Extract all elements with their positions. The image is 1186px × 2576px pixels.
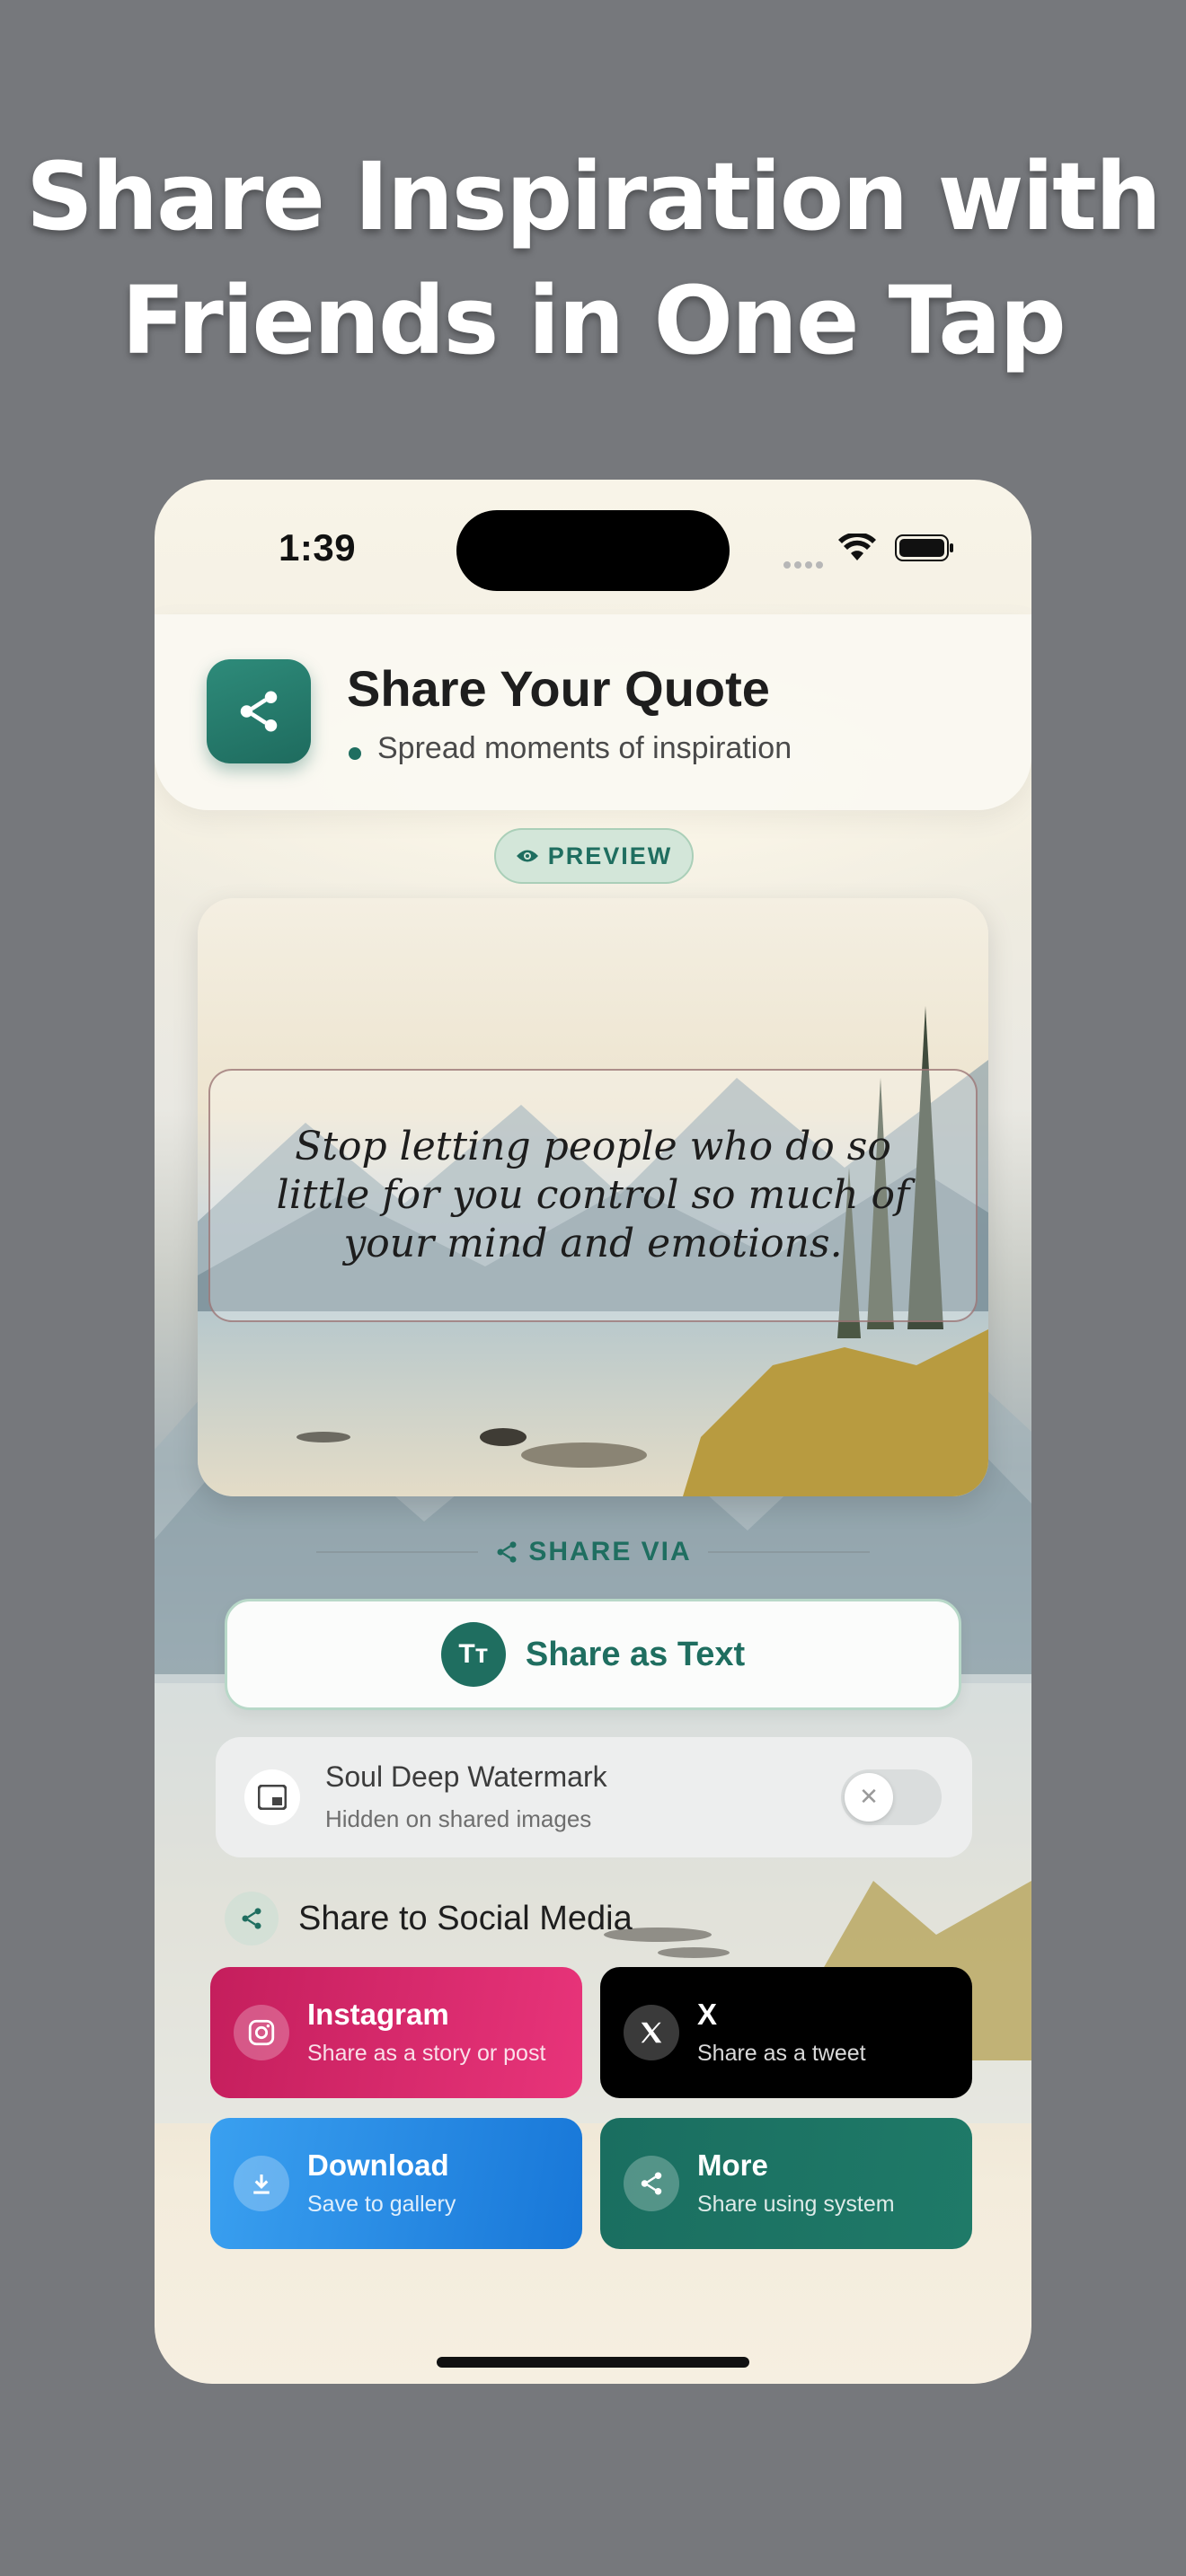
- quote-frame: Stop letting people who do so little for…: [208, 1069, 978, 1322]
- close-icon: ✕: [845, 1773, 893, 1822]
- battery-icon: [895, 534, 953, 561]
- instagram-button[interactable]: Instagram Share as a story or post: [210, 1967, 582, 2098]
- social-media-header: Share to Social Media: [225, 1892, 633, 1945]
- download-title: Download: [307, 2148, 449, 2182]
- instagram-icon: [234, 2005, 289, 2060]
- share-as-text-label: Share as Text: [525, 1635, 746, 1673]
- share-via-divider: SHARE VIA: [155, 1534, 1031, 1570]
- download-subtitle: Save to gallery: [307, 2192, 456, 2217]
- share-icon: [497, 1541, 517, 1563]
- instagram-subtitle: Share as a story or post: [307, 2041, 546, 2066]
- download-button[interactable]: Download Save to gallery: [210, 2118, 582, 2249]
- share-via-text: SHARE VIA: [528, 1537, 692, 1566]
- headline-line-2: Friends in One Tap: [121, 266, 1067, 375]
- headline-line-1: Share Inspiration with: [26, 142, 1162, 251]
- page-subtitle: Spread moments of inspiration: [377, 731, 792, 765]
- divider-line: [316, 1551, 479, 1553]
- marketing-headline: Share Inspiration with Friends in One Ta…: [0, 135, 1186, 383]
- more-button[interactable]: More Share using system: [600, 2118, 972, 2249]
- home-indicator[interactable]: [437, 2357, 749, 2368]
- header-card: Share Your Quote Spread moments of inspi…: [155, 614, 1031, 810]
- quote-preview-card: Stop letting people who do so little for…: [198, 898, 988, 1496]
- wifi-icon: [838, 534, 876, 560]
- more-subtitle: Share using system: [697, 2192, 895, 2217]
- phone-screen: 1:39 Share Your Quote Spread moments of …: [155, 480, 1031, 2384]
- quote-text: Stop letting people who do so little for…: [276, 1124, 910, 1266]
- download-icon: [234, 2156, 289, 2211]
- x-button[interactable]: X Share as a tweet: [600, 1967, 972, 2098]
- more-title: More: [697, 2148, 768, 2182]
- x-title: X: [697, 1998, 718, 2031]
- share-icon: [624, 2156, 679, 2211]
- bullet-dot: [349, 747, 361, 760]
- watermark-subtitle: Hidden on shared images: [325, 1805, 592, 1832]
- eye-icon: [516, 850, 538, 862]
- watermark-icon: [244, 1769, 300, 1825]
- share-via-label: SHARE VIA: [494, 1537, 691, 1567]
- page-title: Share Your Quote: [347, 660, 770, 717]
- share-icon: [225, 1892, 279, 1945]
- divider-line: [707, 1551, 870, 1553]
- watermark-setting: Soul Deep Watermark Hidden on shared ima…: [216, 1737, 972, 1857]
- dynamic-island: [456, 510, 730, 591]
- preview-badge: PREVIEW: [494, 828, 694, 884]
- text-format-icon: Tт: [440, 1622, 506, 1687]
- instagram-title: Instagram: [307, 1998, 449, 2031]
- watermark-toggle[interactable]: ✕: [841, 1769, 942, 1825]
- share-icon: [207, 659, 311, 763]
- preview-label: PREVIEW: [547, 842, 673, 869]
- x-icon: [624, 2005, 679, 2060]
- share-as-text-button[interactable]: Tт Share as Text: [225, 1599, 961, 1710]
- status-time: 1:39: [279, 526, 357, 569]
- watermark-title: Soul Deep Watermark: [325, 1760, 607, 1793]
- x-subtitle: Share as a tweet: [697, 2041, 866, 2066]
- signal-icon: [783, 555, 827, 572]
- social-media-title: Share to Social Media: [298, 1899, 633, 1937]
